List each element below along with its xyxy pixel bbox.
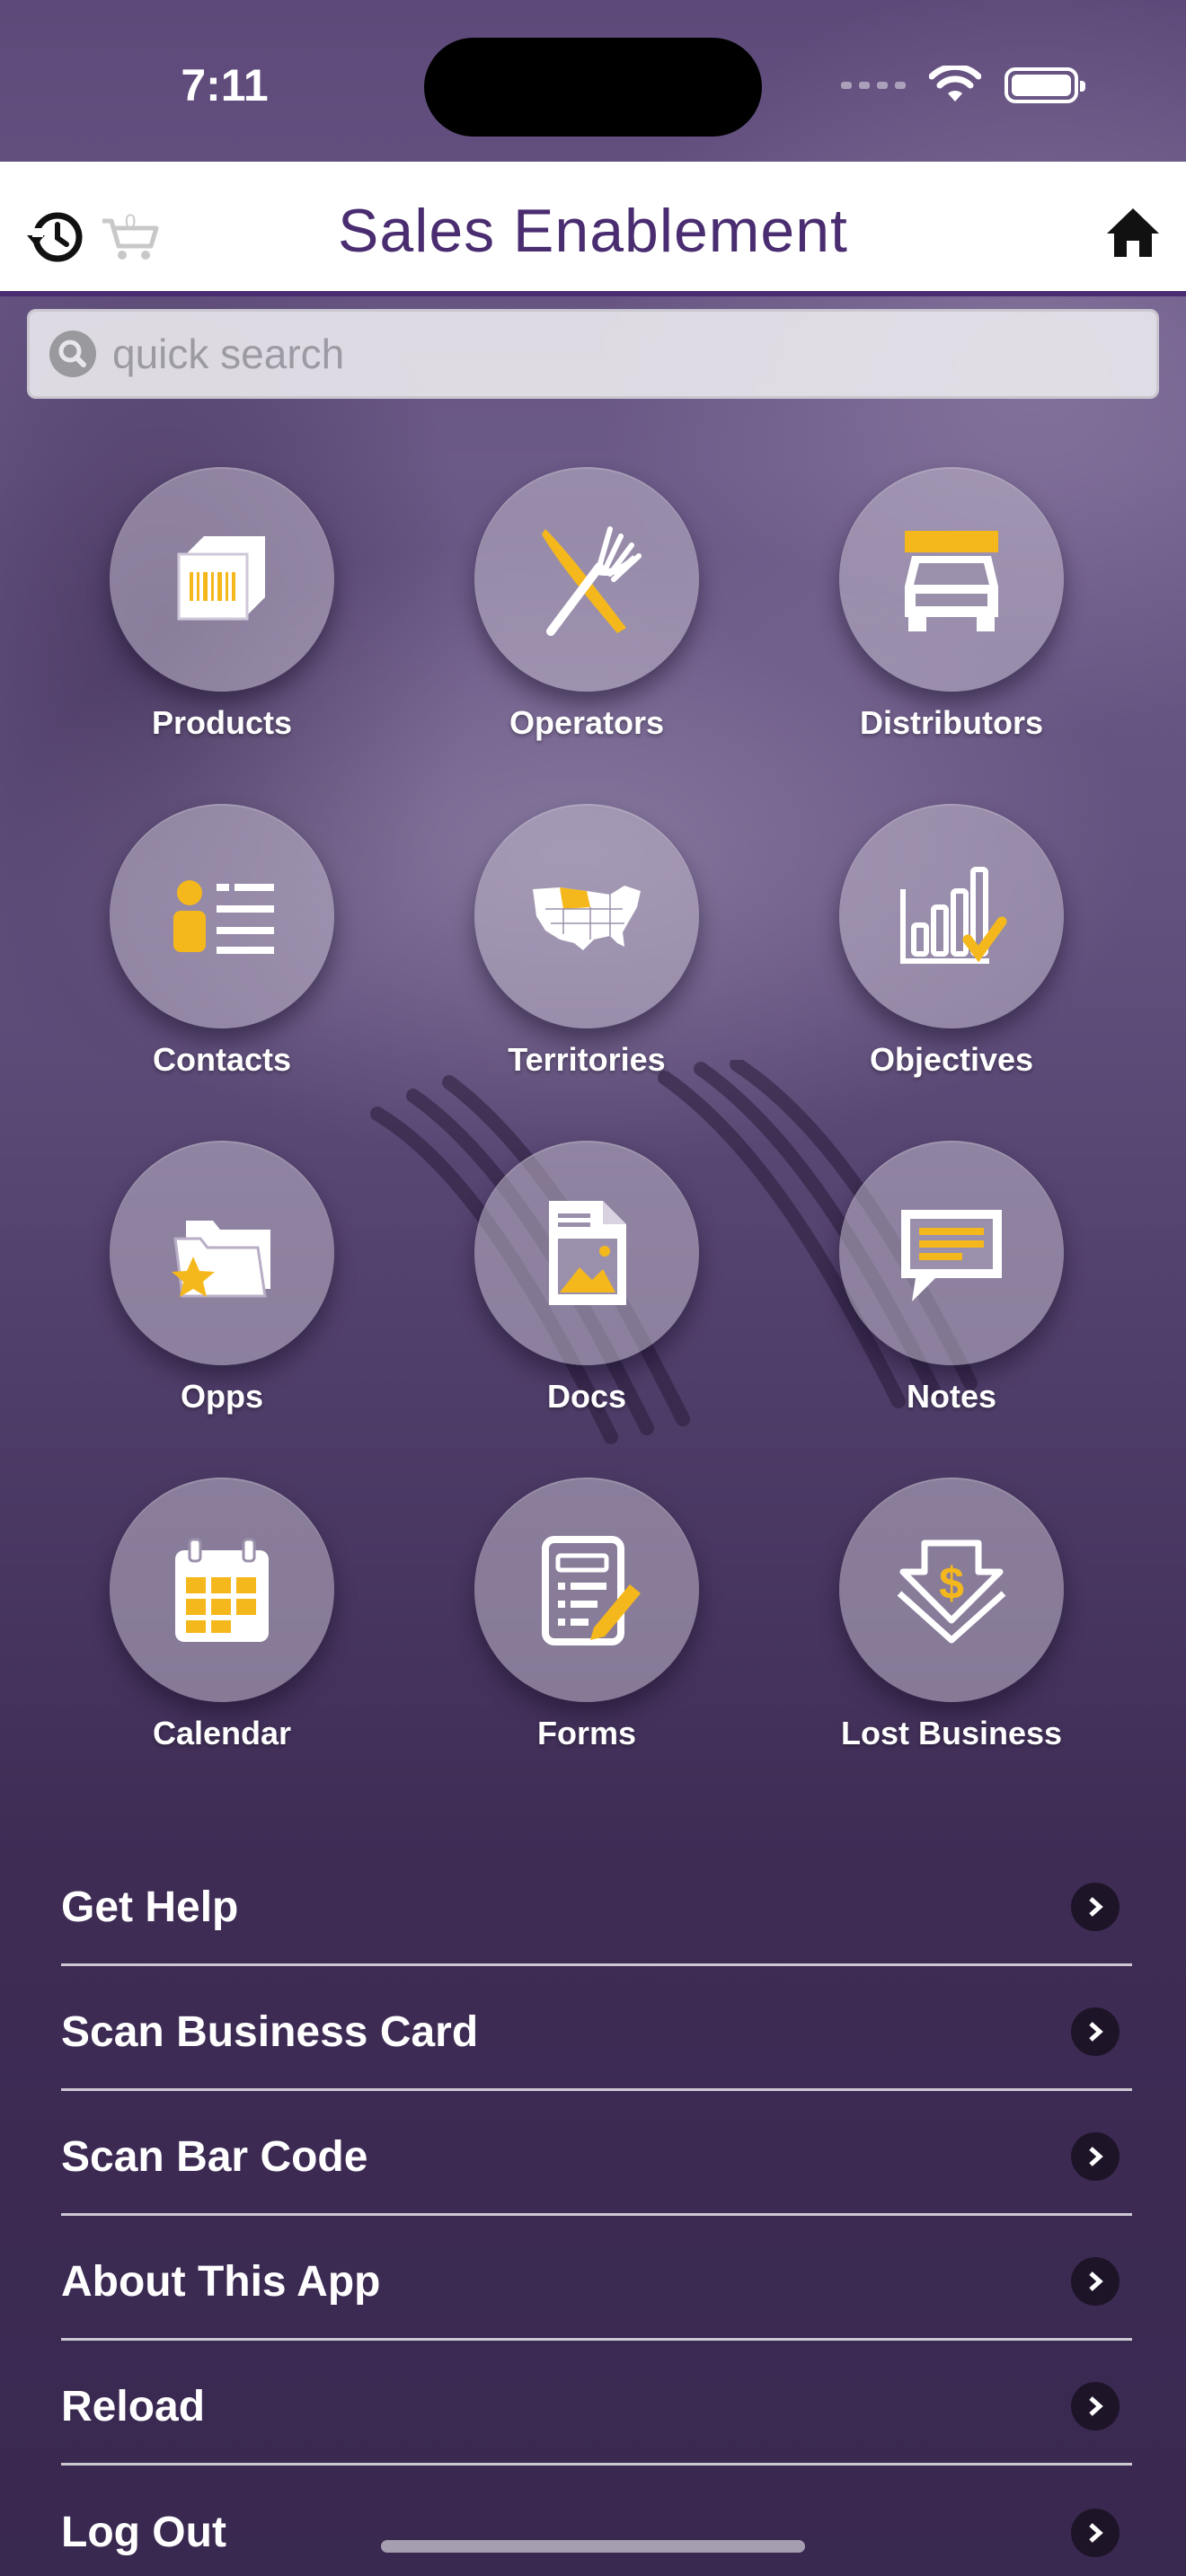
- chevron-right-icon: [1071, 1883, 1120, 1931]
- tile-label: Notes: [906, 1378, 997, 1415]
- tile-label: Operators: [509, 704, 665, 741]
- menu-list: Get Help Scan Business Card Scan Bar Cod…: [61, 1841, 1132, 2576]
- knife-fork-icon: [542, 526, 642, 636]
- tile-products-button[interactable]: [110, 467, 334, 692]
- document-image-icon: [549, 1201, 626, 1305]
- dollar-down-arrow-icon: $: [897, 1539, 1006, 1644]
- tile-operators-button[interactable]: [474, 467, 699, 692]
- tile-contacts-button[interactable]: [110, 804, 334, 1028]
- calendar-icon: [175, 1538, 269, 1642]
- tile-distributors[interactable]: Distributors: [808, 467, 1095, 742]
- tile-objectives[interactable]: Objectives: [808, 804, 1095, 1079]
- tile-label: Contacts: [152, 1041, 292, 1078]
- tile-objectives-button[interactable]: [839, 804, 1064, 1028]
- menu-item-about-this-app[interactable]: About This App: [61, 2216, 1132, 2341]
- form-pencil-icon: [542, 1536, 641, 1645]
- tile-label: Docs: [546, 1378, 627, 1415]
- menu-item-get-help[interactable]: Get Help: [61, 1841, 1132, 1966]
- chevron-right-icon: [1071, 2132, 1120, 2181]
- us-map-icon: [533, 886, 641, 950]
- status-time: 7:11: [181, 60, 269, 110]
- chevron-right-icon: [1071, 2007, 1120, 2056]
- chevron-right-icon: [1071, 2508, 1120, 2557]
- bar-chart-check-icon: [900, 867, 1007, 964]
- chevron-right-icon: [1071, 2257, 1120, 2306]
- search-input[interactable]: [112, 330, 1101, 378]
- status-icons: [841, 63, 1085, 108]
- tile-distributors-button[interactable]: [839, 467, 1064, 692]
- folder-star-icon: [172, 1221, 270, 1298]
- tile-lost-business-button[interactable]: $: [839, 1478, 1064, 1702]
- menu-item-label: Reload: [61, 2382, 206, 2430]
- tile-lost-business[interactable]: $ Lost Business: [808, 1478, 1095, 1752]
- tile-label: Calendar: [152, 1715, 292, 1751]
- menu-item-label: About This App: [61, 2257, 381, 2306]
- tile-label: Opps: [180, 1378, 263, 1415]
- tile-calendar[interactable]: Calendar: [78, 1478, 366, 1752]
- tile-opps-button[interactable]: [110, 1141, 334, 1365]
- tile-forms[interactable]: Forms: [443, 1478, 730, 1752]
- tile-products[interactable]: Products: [78, 467, 366, 742]
- search-icon: [49, 331, 96, 377]
- cellular-signal-icon: [841, 82, 906, 89]
- barcode-box-icon: [177, 536, 265, 621]
- speech-bubble-icon: [901, 1210, 1002, 1301]
- menu-item-label: Scan Business Card: [61, 2007, 479, 2056]
- battery-icon: [1005, 67, 1085, 103]
- chevron-right-icon: [1071, 2382, 1120, 2430]
- svg-text:$: $: [939, 1558, 964, 1609]
- tile-label: Products: [151, 704, 293, 741]
- tile-docs[interactable]: Docs: [443, 1141, 730, 1416]
- search-bar[interactable]: [27, 309, 1159, 399]
- wifi-icon: [929, 66, 981, 101]
- home-icon[interactable]: [1103, 203, 1163, 262]
- tile-label: Territories: [508, 1041, 666, 1078]
- tile-notes-button[interactable]: [839, 1141, 1064, 1365]
- truck-icon: [905, 531, 998, 631]
- tile-contacts[interactable]: Contacts: [78, 804, 366, 1079]
- tile-calendar-button[interactable]: [110, 1478, 334, 1702]
- menu-item-scan-business-card[interactable]: Scan Business Card: [61, 1966, 1132, 2091]
- tile-label: Lost Business: [840, 1715, 1063, 1751]
- menu-item-label: Scan Bar Code: [61, 2132, 368, 2181]
- menu-item-scan-bar-code[interactable]: Scan Bar Code: [61, 2091, 1132, 2216]
- menu-item-label: Log Out: [61, 2509, 226, 2556]
- tile-forms-button[interactable]: [474, 1478, 699, 1702]
- menu-item-label: Get Help: [61, 1883, 239, 1931]
- home-indicator[interactable]: [381, 2540, 805, 2553]
- tile-operators[interactable]: Operators: [443, 467, 730, 742]
- tile-notes[interactable]: Notes: [808, 1141, 1095, 1416]
- page-title: Sales Enablement: [338, 197, 848, 265]
- tile-territories[interactable]: Territories: [443, 804, 730, 1079]
- app-header: 0 Sales Enablement: [0, 162, 1186, 296]
- tile-opps[interactable]: Opps: [78, 1141, 366, 1416]
- tile-docs-button[interactable]: [474, 1141, 699, 1365]
- tile-label: Distributors: [859, 704, 1043, 741]
- dynamic-island: [424, 38, 762, 137]
- tile-label: Objectives: [869, 1041, 1034, 1078]
- menu-item-reload[interactable]: Reload: [61, 2341, 1132, 2466]
- tile-label: Forms: [536, 1715, 637, 1751]
- tile-territories-button[interactable]: [474, 804, 699, 1028]
- contact-card-icon: [173, 880, 274, 954]
- menu-item-log-out[interactable]: Log Out: [61, 2466, 1132, 2576]
